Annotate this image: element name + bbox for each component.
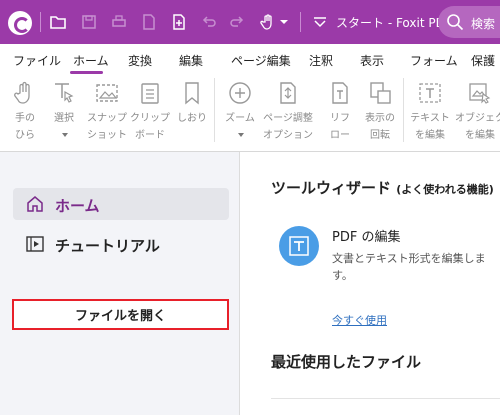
nav-home-label[interactable]: ホーム — [55, 195, 100, 216]
hand-icon — [14, 81, 30, 104]
recent-files-divider — [271, 398, 500, 399]
ribbon-divider — [214, 78, 215, 142]
bookmark-icon — [185, 82, 199, 105]
bookmark-button[interactable]: しおり — [170, 80, 214, 127]
select-dropdown-icon — [62, 133, 68, 137]
file-icon[interactable] — [138, 11, 160, 33]
edit-text-button[interactable]: テキスト を編集 — [408, 80, 452, 144]
recent-files-title: 最近使用したファイル — [271, 353, 422, 371]
save-icon[interactable] — [78, 11, 100, 33]
select-button[interactable]: 選択 — [42, 80, 86, 144]
page-fit-label: ページ調整 オプション — [263, 113, 313, 141]
hand-tool-icon[interactable] — [257, 11, 279, 33]
edit-object-button[interactable]: オブジェク を編集 — [455, 80, 500, 144]
redo-icon[interactable] — [226, 11, 248, 33]
foxit-logo-icon — [8, 11, 32, 35]
clipboard-label: クリップ ボード — [130, 113, 170, 141]
clipboard-icon — [141, 83, 159, 104]
snapshot-icon — [96, 84, 118, 102]
menu-home[interactable]: ホーム — [73, 52, 109, 69]
left-panel — [0, 152, 240, 415]
customize-toolbar-icon[interactable] — [309, 11, 331, 33]
menu-edit[interactable]: 編集 — [179, 52, 203, 69]
search-label: 検索 — [471, 17, 496, 31]
toolbar-divider — [300, 12, 301, 32]
menu-file[interactable]: ファイル — [13, 52, 61, 69]
search-icon — [447, 14, 464, 31]
menu-page-edit[interactable]: ページ編集 — [231, 52, 291, 69]
pdf-edit-card-icon — [279, 226, 319, 266]
select-label: 選択 — [42, 110, 86, 144]
zoom-icon — [229, 82, 251, 104]
rotate-view-button[interactable]: 表示の 回転 — [358, 80, 402, 144]
menu-view[interactable]: 表示 — [360, 52, 384, 69]
print-icon[interactable] — [108, 11, 130, 33]
pdf-edit-card-description: 文書とテキスト形式を編集します。 — [332, 252, 486, 282]
use-now-link[interactable]: 今すぐ使用 — [332, 312, 387, 328]
open-file-button[interactable]: ファイルを開く — [12, 299, 229, 330]
page-fit-icon — [280, 82, 296, 104]
menu-form[interactable]: フォーム — [410, 52, 458, 69]
reflow-button[interactable]: リフ ロー — [318, 80, 362, 144]
tutorial-video-icon — [26, 236, 44, 252]
new-file-icon[interactable] — [168, 11, 190, 33]
tool-wizard-title: ツールウィザード (よく使われる機能) — [271, 179, 494, 197]
menu-comment[interactable]: 注釈 — [309, 52, 333, 69]
zoom-label: ズーム — [218, 110, 262, 144]
tool-wizard-subtitle: (よく使われる機能) — [396, 183, 494, 196]
open-folder-icon[interactable] — [47, 11, 69, 33]
page-fit-button[interactable]: ページ調整 オプション — [262, 80, 314, 144]
hand-button[interactable]: 手の ひら — [3, 80, 47, 144]
snapshot-label: スナップ ショット — [87, 113, 127, 141]
select-icon — [55, 83, 74, 103]
clipboard-button[interactable]: クリップ ボード — [128, 80, 172, 144]
reflow-icon — [332, 82, 348, 104]
rotate-view-icon — [370, 82, 391, 104]
edit-text-label: テキスト を編集 — [410, 113, 450, 141]
menu-protect[interactable]: 保護 — [471, 52, 495, 69]
zoom-button[interactable]: ズーム — [218, 80, 262, 144]
hand-dropdown-icon[interactable] — [278, 11, 290, 33]
nav-home[interactable] — [13, 188, 229, 220]
hand-label: 手の ひら — [15, 113, 35, 141]
ribbon-divider — [403, 78, 404, 142]
reflow-label: リフ ロー — [330, 113, 350, 141]
toolbar-divider — [40, 12, 41, 32]
home-icon — [27, 196, 43, 212]
nav-tutorial-label[interactable]: チュートリアル — [55, 235, 160, 256]
menu-convert[interactable]: 変換 — [128, 52, 152, 69]
edit-object-icon — [469, 83, 491, 104]
edit-text-icon — [419, 83, 441, 103]
rotate-view-label: 表示の 回転 — [365, 113, 395, 141]
bookmark-label: しおり — [177, 113, 207, 124]
edit-object-label: オブジェク を編集 — [455, 113, 500, 141]
snapshot-button[interactable]: スナップ ショット — [85, 80, 129, 144]
undo-icon[interactable] — [198, 11, 220, 33]
zoom-dropdown-icon — [238, 133, 244, 137]
pdf-edit-card-title: PDF の編集 — [332, 230, 401, 245]
